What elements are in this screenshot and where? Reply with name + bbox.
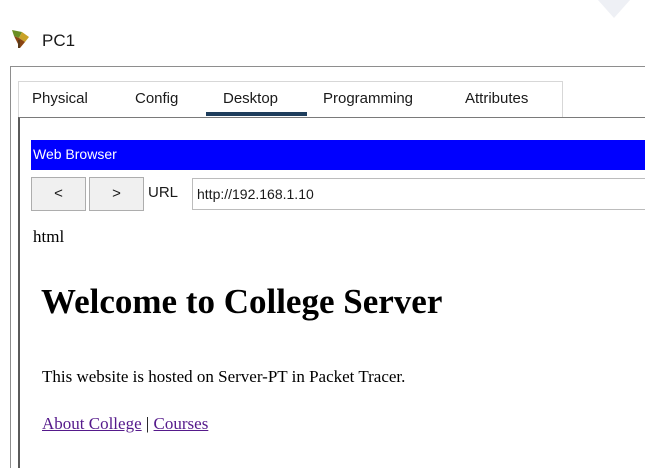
forward-button[interactable]: >	[89, 177, 144, 211]
window-titlebar: PC1	[0, 22, 645, 62]
url-input[interactable]	[192, 178, 645, 210]
link-about-college[interactable]: About College	[42, 414, 142, 433]
tab-config[interactable]: Config	[135, 90, 178, 107]
page-heading: Welcome to College Server	[41, 282, 443, 321]
tab-attributes[interactable]: Attributes	[465, 90, 528, 107]
url-label: URL	[148, 184, 179, 201]
page-links: About College | Courses	[42, 414, 208, 434]
tab-desktop[interactable]: Desktop	[223, 90, 278, 107]
page-paragraph: This website is hosted on Server-PT in P…	[42, 367, 406, 386]
tab-programming[interactable]: Programming	[323, 90, 413, 107]
browser-navbar: < > URL	[31, 177, 645, 211]
window-title: PC1	[42, 31, 76, 50]
page-leading-text: html	[33, 227, 65, 246]
link-separator: |	[141, 414, 154, 433]
tab-bar: Physical Config Desktop Programming Attr…	[18, 81, 645, 117]
active-tab-indicator	[206, 112, 307, 116]
back-button[interactable]: <	[31, 177, 86, 211]
link-courses[interactable]: Courses	[154, 414, 209, 433]
packet-tracer-pc-icon	[10, 28, 32, 50]
tab-physical[interactable]: Physical	[32, 90, 88, 107]
web-browser-titlebar: Web Browser	[31, 140, 645, 170]
pc1-window: PC1 Physical Config Desktop Programming …	[0, 0, 645, 468]
window-left-border	[10, 66, 11, 468]
titlebar-divider	[10, 66, 645, 67]
web-browser-title: Web Browser	[33, 146, 117, 162]
